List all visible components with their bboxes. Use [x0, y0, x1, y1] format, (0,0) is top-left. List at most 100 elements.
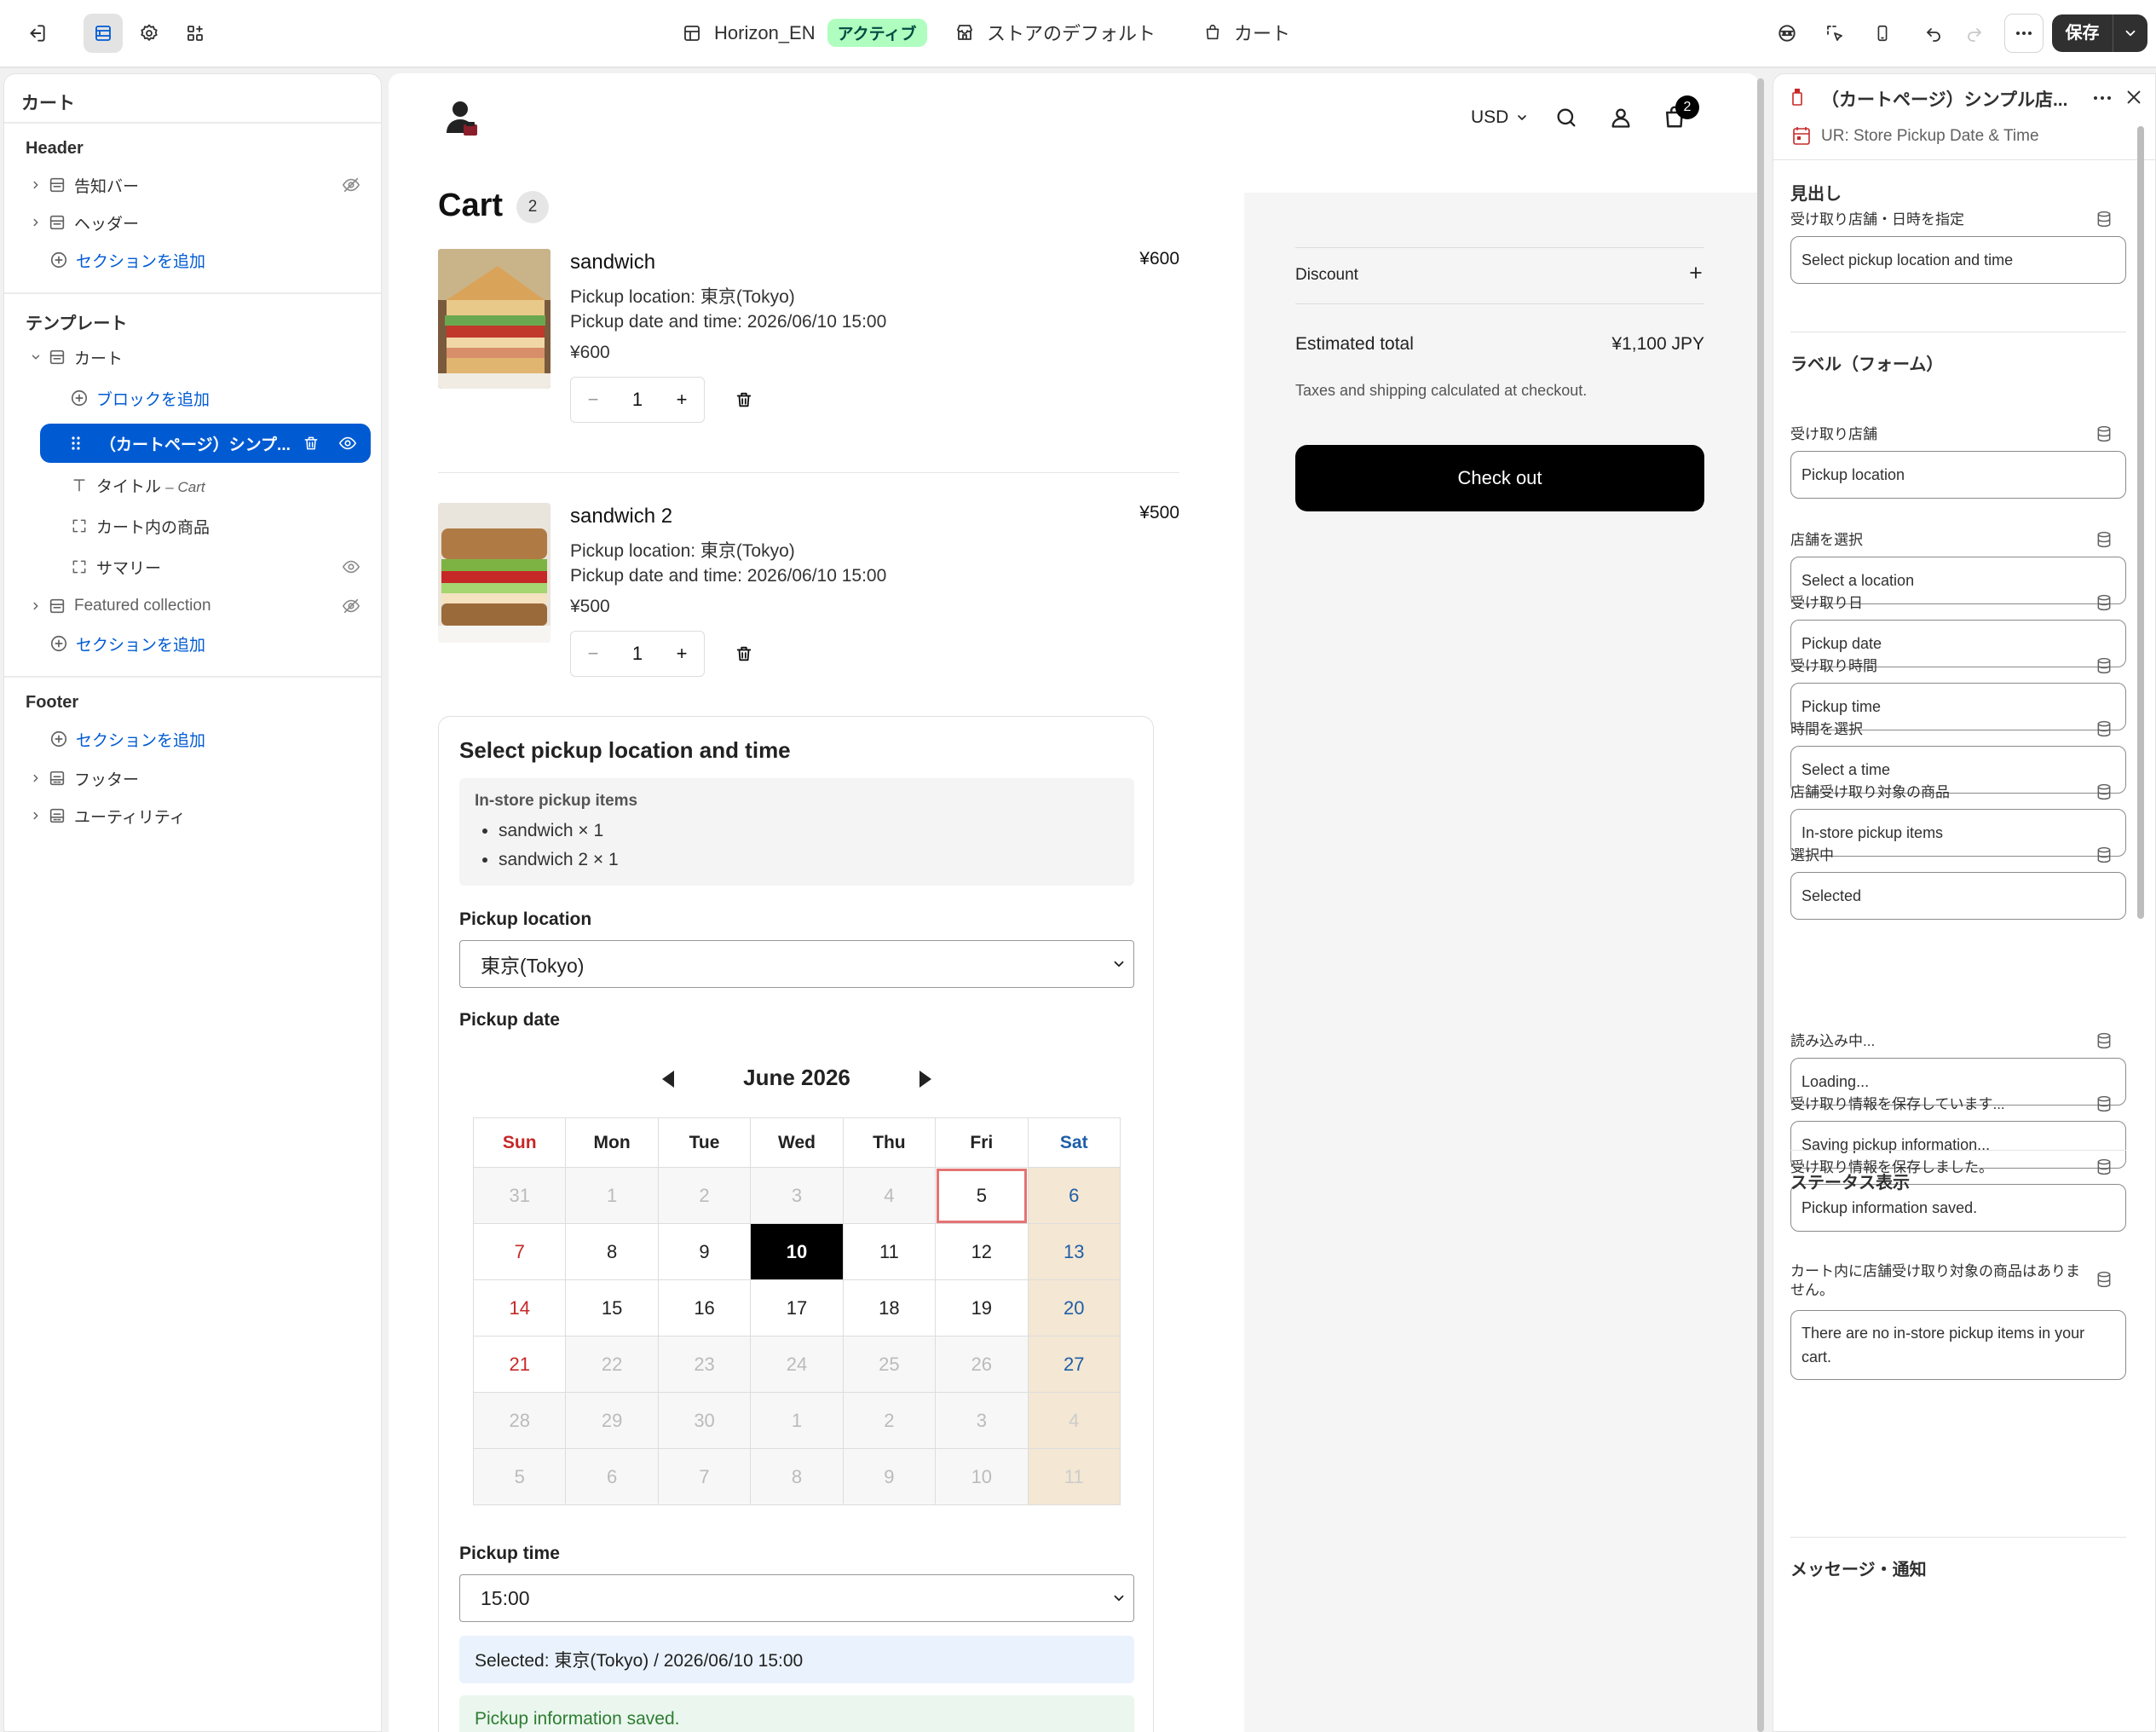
- plus-icon[interactable]: +: [660, 643, 704, 665]
- block-title[interactable]: タイトル – Cart: [4, 468, 383, 502]
- checkout-button[interactable]: Check out: [1295, 445, 1704, 511]
- add-block-button[interactable]: ブロックを追加: [4, 381, 383, 415]
- pickup-location-select[interactable]: 東京(Tokyo): [459, 940, 1134, 988]
- theme-selector[interactable]: Horizon_EN アクティブ: [682, 19, 927, 47]
- calendar-day[interactable]: 8: [565, 1223, 659, 1280]
- chevron-right-icon[interactable]: [26, 216, 45, 228]
- undo-icon[interactable]: [1914, 14, 1953, 53]
- quantity-value[interactable]: 1: [615, 389, 660, 411]
- text-field[interactable]: There are no in-store pickup items in yo…: [1790, 1310, 2126, 1380]
- dynamic-source-icon[interactable]: [2095, 846, 2113, 863]
- section-cart[interactable]: カート: [4, 340, 383, 374]
- block-cart-items[interactable]: カート内の商品: [4, 509, 383, 543]
- section-featured-collection[interactable]: Featured collection: [4, 589, 383, 623]
- apps-icon[interactable]: [176, 14, 215, 53]
- calendar-day[interactable]: 15: [565, 1279, 659, 1337]
- dynamic-source-icon[interactable]: [2095, 720, 2113, 737]
- dynamic-source-icon[interactable]: [2095, 1032, 2113, 1049]
- pickup-time-select[interactable]: 15:00: [459, 1574, 1134, 1622]
- chevron-down-icon[interactable]: [26, 351, 45, 363]
- text-field[interactable]: Pickup location: [1790, 451, 2126, 499]
- drag-handle-icon[interactable]: [71, 436, 81, 451]
- save-button[interactable]: 保存: [2052, 14, 2147, 52]
- settings-scrollbar[interactable]: [2137, 126, 2144, 919]
- add-section-button[interactable]: セクションを追加: [4, 722, 383, 756]
- calendar-day[interactable]: 12: [935, 1223, 1029, 1280]
- chevron-right-icon[interactable]: [26, 810, 45, 822]
- add-section-button[interactable]: セクションを追加: [4, 626, 383, 661]
- eye-icon[interactable]: [338, 434, 357, 453]
- selected-app-block[interactable]: （カートページ）シンプ...: [40, 424, 371, 463]
- calendar-day[interactable]: 13: [1027, 1223, 1121, 1280]
- ai-assistant-icon[interactable]: [1767, 14, 1807, 53]
- dynamic-source-icon[interactable]: [2095, 1095, 2113, 1112]
- search-icon[interactable]: [1554, 106, 1578, 130]
- discount-label[interactable]: Discount: [1295, 266, 1358, 285]
- dynamic-source-icon[interactable]: [2095, 211, 2113, 228]
- minus-icon[interactable]: −: [571, 389, 615, 411]
- calendar-day[interactable]: 6: [1027, 1167, 1121, 1224]
- dynamic-source-icon[interactable]: [2095, 657, 2113, 674]
- exit-icon[interactable]: [17, 14, 56, 53]
- calendar-day[interactable]: 27: [1027, 1336, 1121, 1393]
- quantity-stepper[interactable]: − 1 +: [570, 631, 705, 677]
- chevron-right-icon[interactable]: [26, 772, 45, 784]
- chevron-right-icon[interactable]: [26, 179, 45, 191]
- eye-icon[interactable]: [342, 557, 360, 576]
- settings-gear-icon[interactable]: [130, 14, 169, 53]
- calendar-day[interactable]: 17: [750, 1279, 844, 1337]
- dynamic-source-icon[interactable]: [2095, 783, 2113, 800]
- plus-icon[interactable]: +: [660, 389, 704, 411]
- product-image-sandwich[interactable]: [438, 249, 551, 389]
- section-footer[interactable]: フッター: [4, 761, 383, 795]
- store-logo[interactable]: [443, 99, 481, 138]
- next-month-icon[interactable]: [918, 1070, 933, 1088]
- trash-icon[interactable]: [735, 390, 753, 409]
- product-name[interactable]: sandwich 2: [570, 505, 672, 528]
- eye-hidden-icon[interactable]: [342, 176, 360, 194]
- dynamic-source-icon[interactable]: [2095, 531, 2113, 548]
- trash-icon[interactable]: [303, 435, 320, 452]
- page-selector[interactable]: カート: [1203, 19, 1290, 46]
- section-utility[interactable]: ユーティリティ: [4, 799, 383, 833]
- dynamic-source-icon[interactable]: [2095, 1158, 2113, 1175]
- currency-selector[interactable]: USD: [1471, 107, 1529, 128]
- text-field[interactable]: Select pickup location and time: [1790, 236, 2126, 284]
- calendar-day[interactable]: 5: [935, 1167, 1029, 1224]
- trash-icon[interactable]: [735, 644, 753, 663]
- chevron-right-icon[interactable]: [26, 600, 45, 612]
- minus-icon[interactable]: −: [571, 643, 615, 665]
- preview-scrollbar[interactable]: [1757, 78, 1764, 1732]
- block-summary[interactable]: サマリー: [4, 550, 383, 584]
- dynamic-source-icon[interactable]: [2095, 425, 2113, 442]
- calendar-day[interactable]: 20: [1027, 1279, 1121, 1337]
- close-icon[interactable]: [2124, 88, 2143, 107]
- section-header[interactable]: ヘッダー: [4, 205, 383, 240]
- add-section-button[interactable]: セクションを追加: [4, 243, 383, 277]
- dynamic-source-icon[interactable]: [2095, 1271, 2113, 1288]
- quantity-value[interactable]: 1: [615, 643, 660, 665]
- redo-icon[interactable]: [1955, 14, 1994, 53]
- app-name[interactable]: UR: Store Pickup Date & Time: [1821, 127, 2039, 146]
- account-icon[interactable]: [1609, 106, 1633, 130]
- product-name[interactable]: sandwich: [570, 251, 655, 274]
- section-announcement-bar[interactable]: 告知バー: [4, 168, 383, 202]
- calendar-day[interactable]: 11: [842, 1223, 937, 1280]
- calendar-day[interactable]: 7: [472, 1223, 567, 1280]
- quantity-stepper[interactable]: − 1 +: [570, 377, 705, 423]
- calendar-day[interactable]: 9: [657, 1223, 752, 1280]
- calendar-day[interactable]: 21: [472, 1336, 567, 1393]
- chevron-down-icon[interactable]: [2113, 26, 2147, 41]
- eye-hidden-icon[interactable]: [342, 597, 360, 615]
- product-image-sandwich-2[interactable]: [438, 503, 551, 643]
- calendar-day[interactable]: 18: [842, 1279, 937, 1337]
- store-context-selector[interactable]: ストアのデフォルト: [954, 19, 1156, 46]
- dynamic-source-icon[interactable]: [2095, 594, 2113, 611]
- mobile-preview-icon[interactable]: [1863, 14, 1902, 53]
- calendar-day[interactable]: 19: [935, 1279, 1029, 1337]
- sections-icon[interactable]: [84, 14, 123, 53]
- calendar-day[interactable]: 10: [750, 1223, 844, 1280]
- calendar-day[interactable]: 16: [657, 1279, 752, 1337]
- inspector-icon[interactable]: [1815, 14, 1854, 53]
- text-field[interactable]: Selected: [1790, 872, 2126, 920]
